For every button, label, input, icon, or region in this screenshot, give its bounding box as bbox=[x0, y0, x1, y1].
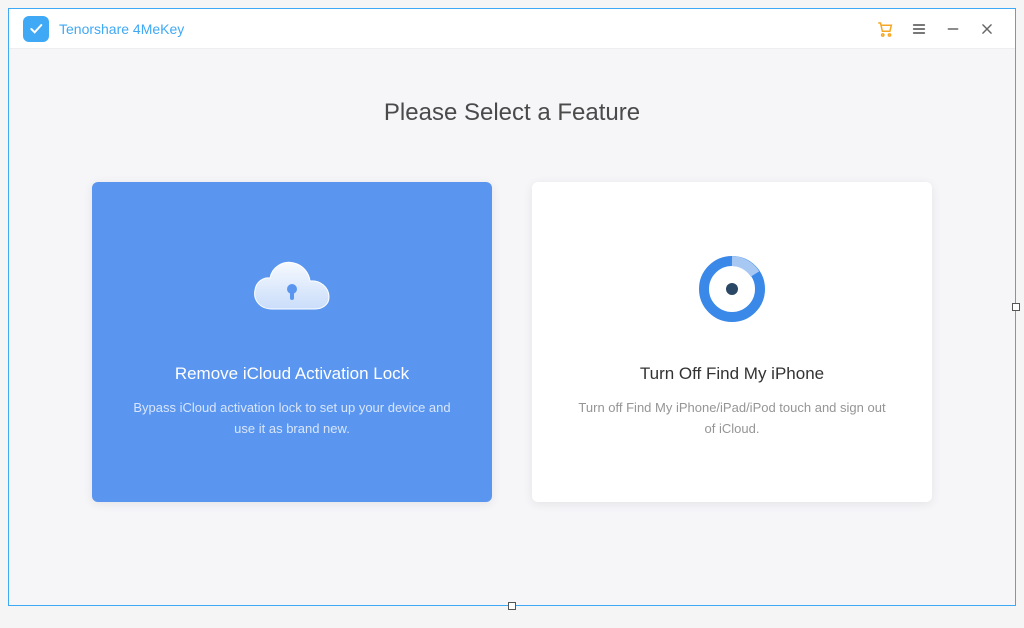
cart-icon[interactable] bbox=[871, 15, 899, 43]
selection-handle-icon bbox=[1012, 303, 1020, 311]
find-my-icon bbox=[697, 244, 767, 334]
titlebar: Tenorshare 4MeKey bbox=[9, 9, 1015, 49]
app-logo-icon bbox=[23, 16, 49, 42]
selection-handle-icon bbox=[508, 602, 516, 610]
feature-card-turn-off-fmi[interactable]: Turn Off Find My iPhone Turn off Find My… bbox=[532, 182, 932, 502]
feature-desc: Bypass iCloud activation lock to set up … bbox=[132, 398, 452, 440]
close-icon[interactable] bbox=[973, 15, 1001, 43]
feature-card-remove-icloud[interactable]: Remove iCloud Activation Lock Bypass iCl… bbox=[92, 182, 492, 502]
feature-cards: Remove iCloud Activation Lock Bypass iCl… bbox=[69, 182, 955, 502]
feature-title: Remove iCloud Activation Lock bbox=[175, 364, 409, 384]
feature-title: Turn Off Find My iPhone bbox=[640, 364, 824, 384]
app-window: Tenorshare 4MeKey bbox=[8, 8, 1016, 606]
cloud-lock-icon bbox=[247, 244, 337, 334]
app-title: Tenorshare 4MeKey bbox=[59, 21, 184, 37]
feature-desc: Turn off Find My iPhone/iPad/iPod touch … bbox=[572, 398, 892, 440]
minimize-icon[interactable] bbox=[939, 15, 967, 43]
main-content: Please Select a Feature bbox=[9, 49, 1015, 502]
menu-icon[interactable] bbox=[905, 15, 933, 43]
page-title: Please Select a Feature bbox=[69, 99, 955, 127]
